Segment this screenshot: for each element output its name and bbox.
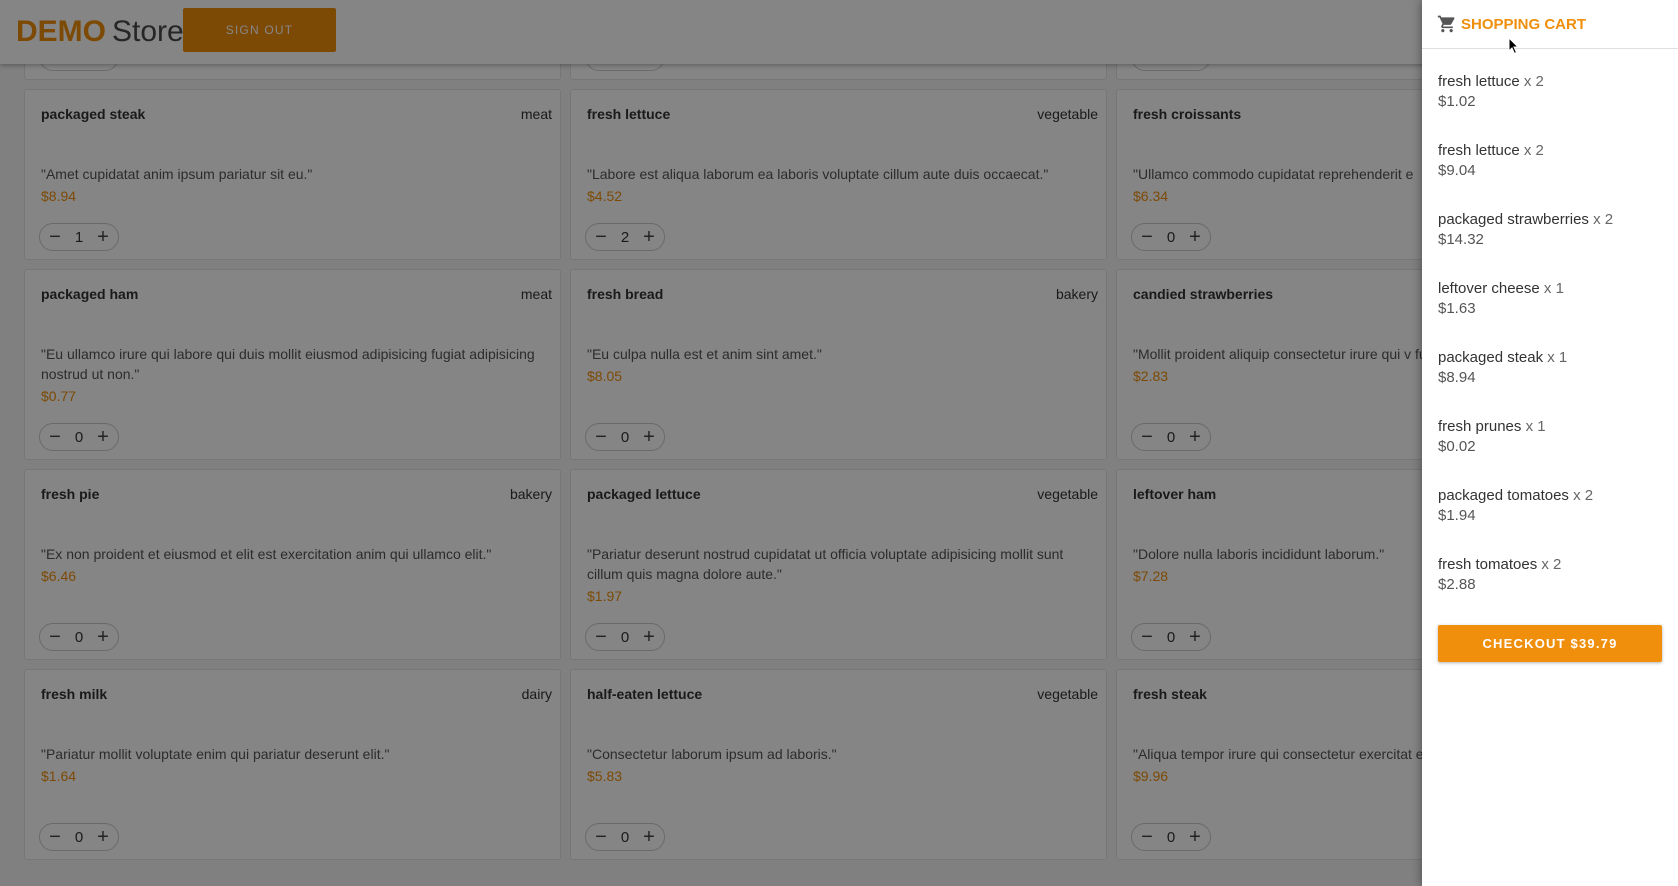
- cart-item[interactable]: fresh prunes x 1 $0.02: [1422, 417, 1678, 486]
- cart-item[interactable]: packaged strawberries x 2 $14.32: [1422, 210, 1678, 279]
- cart-header: SHOPPING CART: [1422, 0, 1678, 49]
- cart-item-line: leftover cheese x 1: [1438, 279, 1678, 299]
- cart-item-price: $9.04: [1438, 162, 1476, 179]
- cart-list: fresh lettuce x 2 $1.02 fresh lettuce x …: [1422, 49, 1678, 624]
- cart-item[interactable]: leftover cheese x 1 $1.63: [1422, 279, 1678, 348]
- cart-item-qty: x 2: [1523, 73, 1544, 90]
- cart-item-price: $8.94: [1438, 369, 1476, 386]
- cart-item-qty: x 2: [1523, 142, 1544, 159]
- cart-item-price: $1.02: [1438, 93, 1476, 110]
- cart-item-name: packaged tomatoes: [1438, 487, 1569, 504]
- app: DEMOStore SIGN OUT −+ −+ −+ packaged ste…: [0, 0, 1678, 886]
- cart-item-line: fresh tomatoes x 2: [1438, 555, 1678, 575]
- cart-item-price: $14.32: [1438, 231, 1484, 248]
- cart-item-name: leftover cheese: [1438, 280, 1540, 297]
- cart-item-line: packaged strawberries x 2: [1438, 210, 1678, 230]
- cart-item-price: $1.63: [1438, 300, 1476, 317]
- cart-item[interactable]: packaged tomatoes x 2 $1.94: [1422, 486, 1678, 555]
- cart-item[interactable]: packaged steak x 1 $8.94: [1422, 348, 1678, 417]
- cart-item-name: fresh tomatoes: [1438, 556, 1538, 573]
- cart-item-line: fresh prunes x 1: [1438, 417, 1678, 437]
- cart-item-price: $2.88: [1438, 576, 1476, 593]
- cart-item-name: packaged steak: [1438, 349, 1544, 366]
- cart-item-name: fresh prunes: [1438, 418, 1522, 435]
- cart-item-name: packaged strawberries: [1438, 211, 1589, 228]
- checkout-button[interactable]: CHECKOUT $39.79: [1438, 625, 1662, 662]
- cart-item-qty: x 2: [1593, 211, 1614, 228]
- cart-item-price: $0.02: [1438, 438, 1476, 455]
- mouse-cursor-icon: [1508, 37, 1520, 55]
- cart-item-line: packaged steak x 1: [1438, 348, 1678, 368]
- cart-title: SHOPPING CART: [1461, 15, 1587, 33]
- cart-item-qty: x 2: [1573, 487, 1594, 504]
- cart-item-qty: x 2: [1541, 556, 1562, 573]
- cart-item-qty: x 1: [1543, 280, 1564, 297]
- cart-item[interactable]: fresh lettuce x 2 $9.04: [1422, 141, 1678, 210]
- shopping-cart-icon: [1437, 15, 1455, 33]
- cart-item[interactable]: fresh tomatoes x 2 $2.88: [1422, 555, 1678, 624]
- cart-item-line: fresh lettuce x 2: [1438, 141, 1678, 161]
- shopping-cart-drawer: SHOPPING CART fresh lettuce x 2 $1.02 fr…: [1422, 0, 1678, 886]
- cart-item-line: fresh lettuce x 2: [1438, 72, 1678, 92]
- cart-item[interactable]: fresh lettuce x 2 $1.02: [1422, 72, 1678, 141]
- cart-item-qty: x 1: [1525, 418, 1546, 435]
- cart-item-line: packaged tomatoes x 2: [1438, 486, 1678, 506]
- cart-item-qty: x 1: [1547, 349, 1568, 366]
- cart-item-price: $1.94: [1438, 507, 1476, 524]
- cart-item-name: fresh lettuce: [1438, 142, 1520, 159]
- cart-item-name: fresh lettuce: [1438, 73, 1520, 90]
